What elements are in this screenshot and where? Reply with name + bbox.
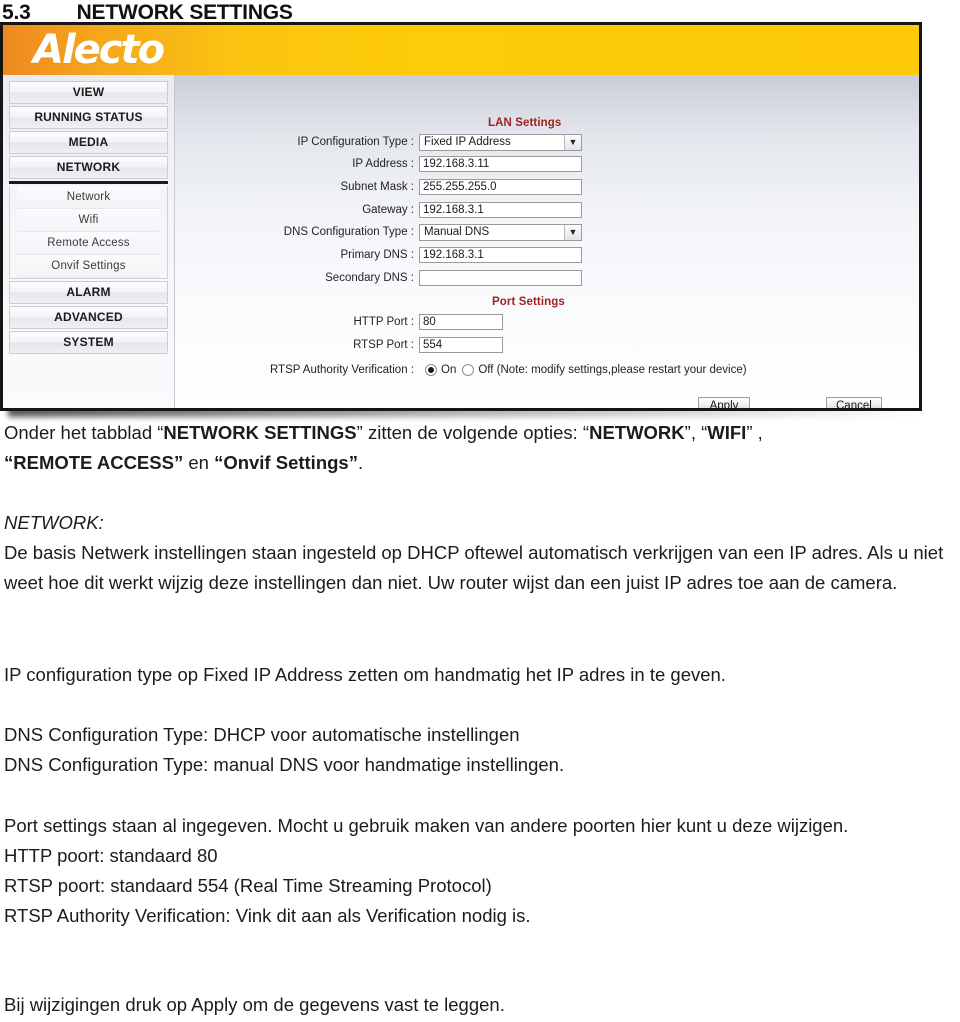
dns-line-2: DNS Configuration Type: manual DNS voor … (4, 754, 565, 775)
apply-paragraph: Bij wijzigingen druk op Apply om de gege… (4, 990, 950, 1020)
screenshot-figure: Alecto VIEW RUNNING STATUS MEDIA NETWORK… (0, 22, 960, 417)
intro-paragraph: Onder het tabblad “NETWORK SETTINGS” zit… (4, 418, 950, 478)
ip-config-line: IP configuration type op Fixed IP Addres… (4, 664, 726, 685)
camera-web-ui: Alecto VIEW RUNNING STATUS MEDIA NETWORK… (0, 22, 922, 411)
sidebar-submenu-network: Network Wifi Remote Access Onvif Setting… (9, 186, 168, 279)
network-heading: NETWORK: (4, 512, 104, 533)
intro-bold-network-settings: NETWORK SETTINGS (163, 422, 357, 443)
label-secondary-dns: Secondary DNS : (325, 272, 414, 284)
sidebar-subitem-onvif-settings[interactable]: Onvif Settings (17, 255, 160, 278)
intro-bold-remote-access: “REMOTE ACCESS” (4, 452, 184, 473)
select-dns-configuration-type[interactable]: Manual DNS ▼ (419, 223, 582, 241)
label-dns-configuration-type: DNS Configuration Type : (283, 226, 414, 238)
ui-body: VIEW RUNNING STATUS MEDIA NETWORK Networ… (3, 75, 919, 408)
row-secondary-dns: Secondary DNS : (236, 269, 582, 287)
select-ip-configuration-type[interactable]: Fixed IP Address ▼ (419, 133, 582, 151)
intro-part-4: ” , (746, 422, 763, 443)
input-subnet-mask[interactable]: 255.255.255.0 (419, 179, 582, 195)
intro-bold-onvif-settings: “Onvif Settings” (214, 452, 358, 473)
rtsp-auth-line: RTSP Authority Verification: Vink dit aa… (4, 905, 531, 926)
intro-bold-network: NETWORK (589, 422, 685, 443)
network-settings-form: LAN Settings IP Configuration Type : Fix… (176, 75, 919, 408)
port-settings-heading: Port Settings (492, 296, 565, 308)
dns-line-1: DNS Configuration Type: DHCP voor automa… (4, 724, 520, 745)
ip-config-paragraph: IP configuration type op Fixed IP Addres… (4, 660, 950, 690)
row-gateway: Gateway : 192.168.3.1 (236, 201, 582, 219)
label-ip-address: IP Address : (352, 158, 414, 170)
select-ip-configuration-type-value: Fixed IP Address (424, 136, 511, 148)
input-rtsp-port[interactable]: 554 (419, 337, 503, 353)
sidebar-item-media[interactable]: MEDIA (9, 131, 168, 154)
row-http-port: HTTP Port : 80 (236, 313, 503, 331)
label-rtsp-auth-on: On (441, 364, 457, 376)
select-dns-configuration-type-value: Manual DNS (424, 226, 490, 238)
input-http-port[interactable]: 80 (419, 314, 503, 330)
sidebar-active-separator (9, 181, 168, 184)
label-http-port: HTTP Port : (353, 316, 415, 328)
sidebar-subitem-remote-access[interactable]: Remote Access (17, 232, 160, 255)
intro-text: Onder het tabblad “NETWORK SETTINGS” zit… (4, 418, 950, 478)
rtsp-line: RTSP poort: standaard 554 (Real Time Str… (4, 875, 492, 896)
row-rtsp-authority-verification: RTSP Authority Verification : On Off (No… (236, 361, 747, 379)
intro-bold-wifi: WIFI (707, 422, 747, 443)
rtsp-auth-radio-group: On Off (Note: modify settings,please res… (419, 364, 747, 376)
label-rtsp-auth-off: Off (Note: modify settings,please restar… (478, 364, 747, 376)
sidebar-item-alarm[interactable]: ALARM (9, 281, 168, 304)
intro-part-5: en (183, 452, 215, 473)
label-gateway: Gateway : (362, 204, 414, 216)
sidebar-nav: VIEW RUNNING STATUS MEDIA NETWORK Networ… (3, 75, 175, 408)
radio-rtsp-auth-on[interactable] (425, 364, 437, 376)
cancel-button[interactable]: Cancel (826, 397, 882, 408)
sidebar-item-network[interactable]: NETWORK (9, 156, 168, 179)
sidebar-subitem-wifi[interactable]: Wifi (17, 209, 160, 232)
input-ip-address[interactable]: 192.168.3.11 (419, 156, 582, 172)
input-secondary-dns[interactable] (419, 270, 582, 286)
port-body: Port settings staan al ingegeven. Mocht … (4, 815, 849, 836)
sidebar-item-system[interactable]: SYSTEM (9, 331, 168, 354)
input-gateway[interactable]: 192.168.3.1 (419, 202, 582, 218)
row-ip-address: IP Address : 192.168.3.11 (236, 155, 582, 173)
label-ip-configuration-type: IP Configuration Type : (297, 136, 414, 148)
sidebar-item-advanced[interactable]: ADVANCED (9, 306, 168, 329)
label-rtsp-authority-verification: RTSP Authority Verification : (269, 364, 414, 376)
dns-paragraph: DNS Configuration Type: DHCP voor automa… (4, 720, 950, 780)
row-dns-configuration-type: DNS Configuration Type : Manual DNS ▼ (236, 223, 582, 241)
row-ip-configuration-type: IP Configuration Type : Fixed IP Address… (236, 133, 582, 151)
network-section: NETWORK: De basis Netwerk instellingen s… (4, 508, 950, 598)
apply-line: Bij wijzigingen druk op Apply om de gege… (4, 994, 505, 1015)
intro-part-6: . (357, 452, 364, 473)
label-primary-dns: Primary DNS : (340, 249, 414, 261)
brand-header: Alecto (3, 25, 919, 75)
radio-rtsp-auth-off[interactable] (462, 364, 475, 376)
label-rtsp-port: RTSP Port : (353, 339, 414, 351)
intro-part-2: ” zitten de volgende opties: “ (356, 422, 590, 443)
alecto-logo: Alecto (33, 27, 165, 73)
row-rtsp-port: RTSP Port : 554 (236, 336, 503, 354)
port-paragraph: Port settings staan al ingegeven. Mocht … (4, 811, 950, 931)
chevron-down-icon[interactable]: ▼ (564, 224, 581, 240)
apply-button[interactable]: Apply (698, 397, 750, 408)
lan-settings-heading: LAN Settings (488, 117, 562, 129)
row-primary-dns: Primary DNS : 192.168.3.1 (236, 246, 582, 264)
sidebar-item-view[interactable]: VIEW (9, 81, 168, 104)
sidebar-subitem-network[interactable]: Network (17, 186, 160, 209)
chevron-down-icon[interactable]: ▼ (564, 134, 581, 150)
network-body: De basis Netwerk instellingen staan inge… (4, 542, 944, 593)
sidebar-item-running-status[interactable]: RUNNING STATUS (9, 106, 168, 129)
row-subnet-mask: Subnet Mask : 255.255.255.0 (236, 178, 582, 196)
intro-part-1: Onder het tabblad “ (4, 422, 164, 443)
input-primary-dns[interactable]: 192.168.3.1 (419, 247, 582, 263)
label-subnet-mask: Subnet Mask : (340, 181, 414, 193)
http-line: HTTP poort: standaard 80 (4, 845, 218, 866)
intro-part-3: ”, “ (684, 422, 708, 443)
